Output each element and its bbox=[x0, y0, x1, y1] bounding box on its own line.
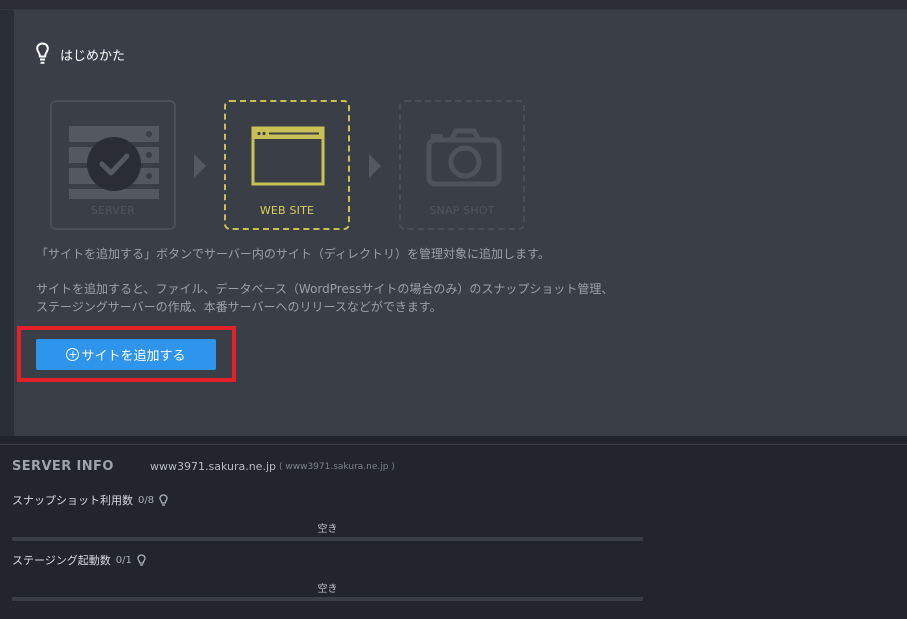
step-website: WEB SITE bbox=[224, 100, 350, 230]
snapshot-usage-title: スナップショット利用数 bbox=[12, 494, 133, 507]
left-strip bbox=[0, 10, 14, 436]
guide-description-2: サイトを追加すると、ファイル、データベース（WordPressサイトの場合のみ）… bbox=[36, 280, 613, 316]
snapshot-usage-count: 0/8 bbox=[138, 494, 155, 506]
add-site-button[interactable]: + サイトを追加する bbox=[36, 339, 216, 370]
server-info-title: SERVER INFO bbox=[12, 459, 114, 474]
staging-usage-status: 空き bbox=[317, 584, 338, 595]
step-website-label: WEB SITE bbox=[259, 204, 315, 217]
guide-description-2-line1: サイトを追加すると、ファイル、データベース（WordPressサイトの場合のみ）… bbox=[36, 282, 614, 296]
chevron-right-icon bbox=[369, 154, 381, 178]
guide-header: はじめかた bbox=[36, 42, 125, 66]
section-divider bbox=[0, 444, 907, 445]
staging-usage-bar bbox=[12, 597, 643, 601]
guide-description-2-line2: ステージングサーバーの作成、本番サーバーへのリリースなどができます。 bbox=[36, 300, 442, 314]
snapshot-usage-bar bbox=[12, 537, 643, 541]
step-server: SERVER bbox=[50, 100, 176, 230]
server-hostname: www3971.sakura.ne.jp bbox=[150, 460, 276, 473]
step-server-label: SERVER bbox=[90, 204, 136, 217]
lightbulb-icon bbox=[36, 42, 49, 66]
server-hostname-secondary: ( www3971.sakura.ne.jp ) bbox=[279, 462, 395, 472]
plus-circle-icon: + bbox=[66, 348, 80, 361]
add-site-button-label: サイトを追加する bbox=[81, 349, 186, 364]
snapshot-usage-label: スナップショット利用数 0/8 bbox=[12, 492, 168, 508]
staging-usage-label: ステージング起動数 0/1 bbox=[12, 552, 146, 568]
staging-usage-title: ステージング起動数 bbox=[12, 554, 111, 567]
snapshot-usage-status: 空き bbox=[317, 524, 338, 535]
chevron-right-icon bbox=[194, 154, 206, 178]
step-snapshot: SNAP SHOT bbox=[399, 100, 525, 230]
guide-description-1: 「サイトを追加する」ボタンでサーバー内のサイト（ディレクトリ）を管理対象に追加し… bbox=[36, 247, 550, 261]
step-snapshot-label: SNAP SHOT bbox=[429, 204, 495, 217]
staging-usage-count: 0/1 bbox=[115, 554, 132, 566]
lightbulb-icon[interactable] bbox=[159, 493, 168, 507]
guide-title: はじめかた bbox=[60, 48, 126, 64]
lightbulb-icon[interactable] bbox=[137, 553, 146, 567]
top-bar bbox=[0, 0, 907, 10]
